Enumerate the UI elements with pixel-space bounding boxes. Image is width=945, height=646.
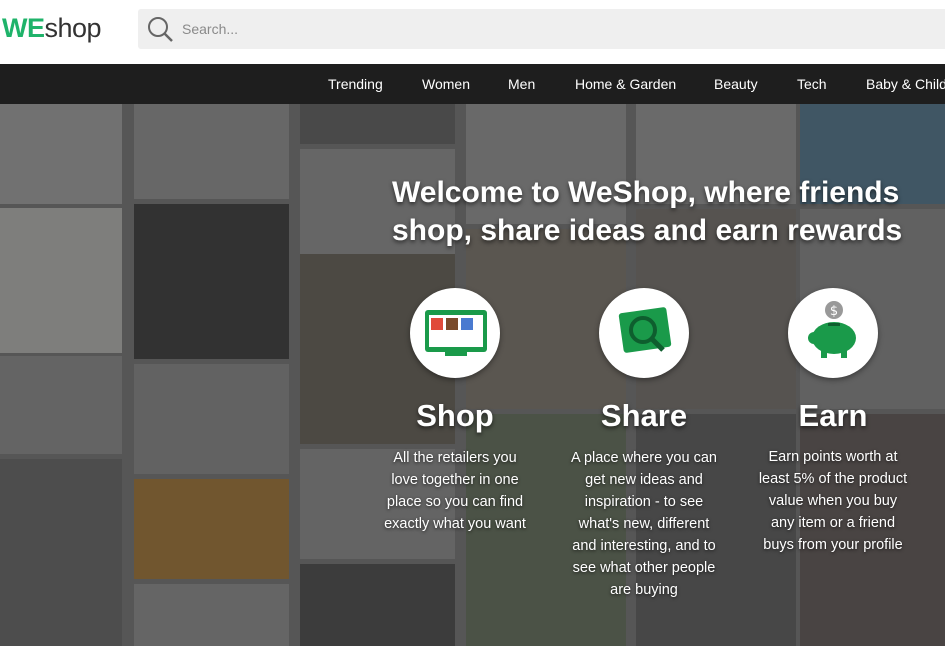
svg-text:$: $ bbox=[830, 304, 838, 319]
nav-item-women[interactable]: Women bbox=[422, 76, 470, 92]
nav-item-home-garden[interactable]: Home & Garden bbox=[575, 76, 676, 92]
logo-we: WE bbox=[2, 13, 45, 43]
nav-item-beauty[interactable]: Beauty bbox=[714, 76, 758, 92]
nav-item-baby-child[interactable]: Baby & Child bbox=[866, 76, 945, 92]
headline-line-2: shop, share ideas and earn rewards bbox=[392, 214, 903, 247]
category-nav: Trending Women Men Home & Garden Beauty … bbox=[0, 64, 945, 104]
magnifier-card-icon bbox=[618, 307, 672, 353]
earn-title: Earn bbox=[798, 398, 868, 433]
hero-banner: Welcome to WeShop, where friends shop, s… bbox=[0, 104, 945, 646]
search-bar[interactable] bbox=[138, 9, 945, 49]
piggy-bank-icon: $ bbox=[808, 301, 856, 358]
share-feature-icon bbox=[599, 288, 689, 378]
headline-line-1: Welcome to WeShop, where friends bbox=[392, 176, 900, 209]
nav-item-trending[interactable]: Trending bbox=[328, 76, 383, 92]
nav-item-men[interactable]: Men bbox=[508, 76, 535, 92]
search-input[interactable] bbox=[182, 21, 782, 37]
earn-description: Earn points worth at least 5% of the pro… bbox=[758, 449, 908, 553]
earn-feature-icon: $ bbox=[788, 288, 878, 378]
shop-title: Shop bbox=[416, 398, 494, 433]
top-header: WEshop bbox=[0, 0, 945, 64]
shop-description: All the retailers you love together in o… bbox=[384, 450, 526, 532]
weshop-logo[interactable]: WEshop bbox=[2, 13, 102, 44]
nav-item-tech[interactable]: Tech bbox=[797, 76, 827, 92]
shop-feature-icon bbox=[410, 288, 500, 378]
hero-headline: Welcome to WeShop, where friends shop, s… bbox=[392, 174, 932, 250]
logo-shop: shop bbox=[44, 13, 102, 43]
share-title: Share bbox=[600, 398, 688, 433]
search-icon[interactable] bbox=[146, 15, 174, 43]
share-description: A place where you can get new ideas and … bbox=[571, 450, 717, 598]
browser-window-icon bbox=[425, 310, 487, 356]
